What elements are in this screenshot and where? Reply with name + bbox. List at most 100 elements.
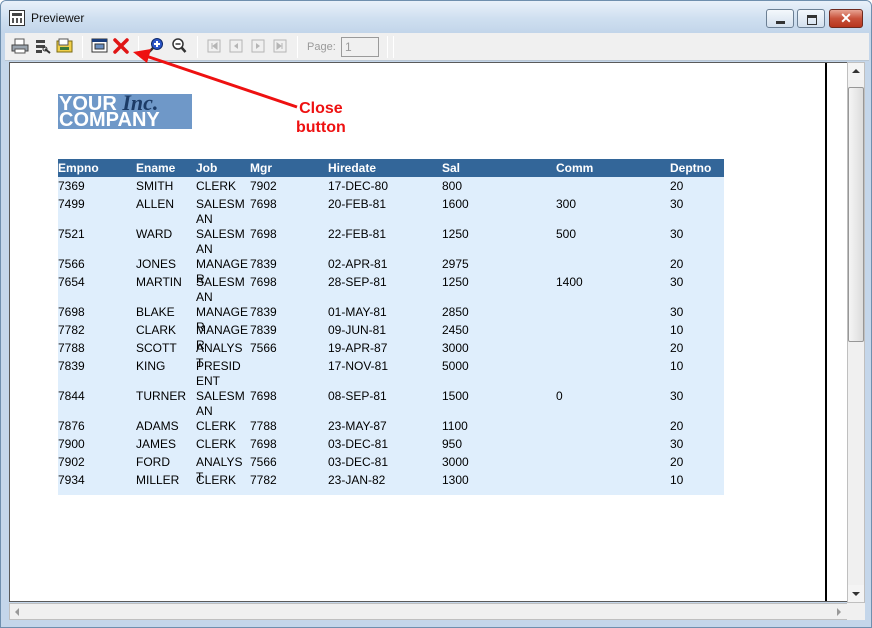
maximize-button[interactable] (797, 9, 825, 28)
table-cell: 20 (670, 257, 684, 271)
table-cell: 7788 (250, 419, 277, 433)
table-cell: 20 (670, 455, 684, 469)
last-page-icon[interactable] (271, 37, 289, 55)
window-close-button[interactable]: ✕ (829, 9, 863, 28)
table-cell: 7902 (58, 455, 85, 469)
scroll-down-icon[interactable] (848, 585, 864, 602)
table-cell: 3000 (442, 455, 469, 469)
close-button-annotation: Close button (296, 100, 346, 136)
table-cell: 7369 (58, 179, 85, 193)
toolbar-separator (297, 36, 298, 58)
previous-page-icon[interactable] (227, 37, 245, 55)
table-cell: 2450 (442, 323, 469, 337)
table-cell: 7566 (58, 257, 85, 271)
horizontal-scrollbar[interactable] (9, 603, 848, 620)
table-cell: 10 (670, 473, 684, 487)
print-setup-icon[interactable] (34, 37, 52, 55)
table-cell: 01-MAY-81 (328, 305, 387, 319)
table-row: 7499 ALLEN SALESMAN 7698 20-FEB-81 1600 300 30 (58, 195, 724, 226)
page-setup-icon[interactable] (91, 37, 109, 55)
table-cell: JAMES (136, 437, 177, 451)
table-cell: 7499 (58, 197, 85, 211)
zoom-in-icon[interactable] (147, 37, 165, 55)
table-cell: 23-MAY-87 (328, 419, 387, 433)
table-cell: 1600 (442, 197, 469, 211)
scroll-corner (847, 603, 865, 620)
column-header: Job (196, 161, 218, 175)
scroll-right-icon[interactable] (831, 604, 847, 619)
page-number-input[interactable] (341, 37, 379, 57)
table-cell: 22-FEB-81 (328, 227, 387, 241)
table-cell: CLERK (196, 419, 237, 433)
table-cell: 5000 (442, 359, 469, 373)
table-cell: 30 (670, 437, 684, 451)
scroll-left-icon[interactable] (10, 604, 26, 619)
export-icon[interactable] (56, 37, 74, 55)
table-cell: SALESMAN (196, 227, 245, 256)
table-cell: 30 (670, 227, 684, 241)
table-cell: 1250 (442, 275, 469, 289)
table-cell: 1300 (442, 473, 469, 487)
window-title: Previewer (31, 11, 85, 25)
table-cell: 7876 (58, 419, 85, 433)
vertical-scrollbar[interactable] (847, 62, 865, 603)
vertical-scroll-thumb[interactable] (848, 87, 864, 342)
table-cell: 7788 (58, 341, 85, 355)
table-cell: 30 (670, 389, 684, 403)
scroll-up-icon[interactable] (848, 63, 864, 80)
print-icon[interactable] (11, 37, 29, 55)
table-cell: 23-JAN-82 (328, 473, 386, 487)
minimize-button[interactable] (766, 9, 794, 28)
table-cell: 09-JUN-81 (328, 323, 387, 337)
report-header-row: Empno Ename Job Mgr Hiredate Sal Comm Deptno (58, 159, 724, 177)
table-cell: 02-APR-81 (328, 257, 388, 271)
table-cell: 7839 (250, 305, 277, 319)
table-cell: 950 (442, 437, 463, 451)
page-label: Page: (307, 41, 336, 53)
logo-text: COMPANY (59, 109, 160, 131)
table-cell: 500 (556, 227, 577, 241)
table-cell: SALESMAN (196, 197, 245, 226)
table-cell: 28-SEP-81 (328, 275, 387, 289)
table-cell: 300 (556, 197, 577, 211)
zoom-out-icon[interactable] (169, 37, 187, 55)
table-cell: 7521 (58, 227, 85, 241)
table-cell: 30 (670, 305, 684, 319)
table-cell: 2975 (442, 257, 469, 271)
table-row: 7900 JAMES CLERK 7698 03-DEC-81 950 30 (58, 435, 724, 453)
toolbar-separator (197, 36, 198, 58)
employee-report: Empno Ename Job Mgr Hiredate Sal Comm Deptno 73… (58, 159, 724, 495)
toolbar-separator (82, 36, 83, 58)
first-page-icon[interactable] (205, 37, 223, 55)
table-cell: SALESMAN (196, 275, 245, 304)
table-cell: 7654 (58, 275, 85, 289)
table-cell: 08-SEP-81 (328, 389, 387, 403)
column-header: Ename (136, 161, 176, 175)
toolbar-separator (138, 36, 139, 58)
table-cell: 7698 (250, 275, 277, 289)
next-page-icon[interactable] (249, 37, 267, 55)
close-report-icon[interactable] (112, 37, 130, 55)
table-cell: 7698 (250, 389, 277, 403)
table-cell: WARD (136, 227, 173, 241)
table-row: 7566 JONES MANAGER 7839 02-APR-81 2975 20 (58, 255, 724, 286)
title-bar[interactable]: Previewer ✕ (1, 1, 871, 33)
table-cell: 17-DEC-80 (328, 179, 389, 193)
table-cell: MILLER (136, 473, 180, 487)
table-cell: 7900 (58, 437, 85, 451)
table-row: 7934 MILLER CLERK 7782 23-JAN-82 1300 10 (58, 471, 724, 489)
report-viewport: YOUR Inc. COMPANY Empno Ename Job Mgr Hireda… (9, 62, 848, 602)
table-cell: 1500 (442, 389, 469, 403)
previewer-window: Previewer ✕ Page: 1 YOUR Inc. COMPANY Em… (0, 0, 872, 628)
table-cell: 7844 (58, 389, 85, 403)
table-cell: 10 (670, 323, 684, 337)
toolbar-separator (393, 36, 394, 58)
table-cell: 1100 (442, 419, 468, 433)
table-cell: 0 (556, 389, 563, 403)
table-cell: 7839 (250, 257, 277, 271)
table-row: 7844 TURNER SALESMAN 7698 08-SEP-81 1500 0 30 (58, 387, 724, 418)
report-body: 7369 SMITH CLERK 7902 17-DEC-80 800 20 7499 ALLE… (58, 177, 724, 495)
page-edge (825, 63, 827, 601)
table-cell: SMITH (136, 179, 174, 193)
table-row: 7369 SMITH CLERK 7902 17-DEC-80 800 20 (58, 177, 724, 195)
